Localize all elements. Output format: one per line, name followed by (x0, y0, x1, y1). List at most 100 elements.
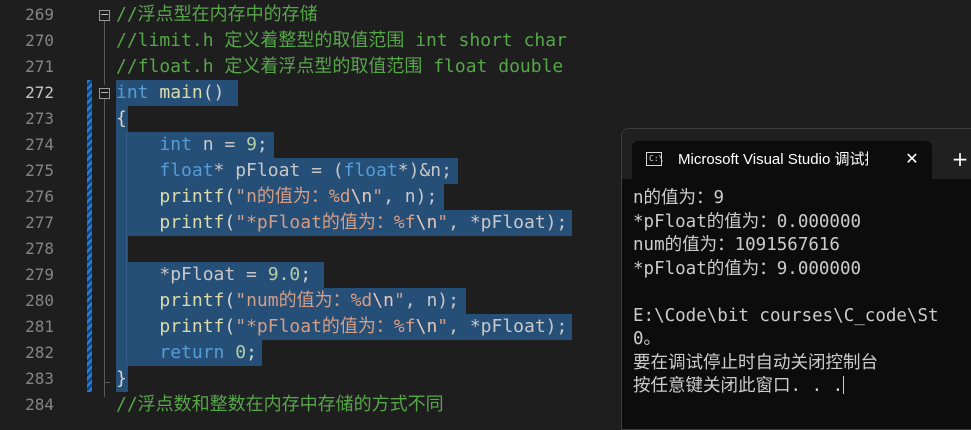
code-token: int (116, 82, 149, 103)
line-number: 278 (25, 239, 54, 258)
code-token: ( (224, 186, 236, 207)
code-line[interactable]: 269 //浮点型在内存中的存储 (0, 2, 971, 28)
fold-end-marker (104, 382, 110, 383)
code-text: *pFloat = 9.0; (116, 262, 311, 288)
console-line-text: num的值为：1091567616 (633, 235, 840, 255)
code-text: printf("num的值为：%d\n", n); (116, 288, 459, 314)
console-line-text: n的值为：9 (633, 188, 725, 208)
console-line-text: 0。 (633, 329, 662, 349)
code-token: //float.h 定义着浮点型的取值范围 float double (116, 56, 564, 77)
fold-guide (104, 99, 105, 397)
code-token: //浮点型在内存中的存储 (116, 4, 318, 25)
code-token: //浮点数和整数在内存中存储的方式不同 (116, 394, 444, 415)
code-text: float* pFloat = (float*)&n; (116, 158, 452, 184)
code-token: " (437, 316, 449, 337)
line-number: 277 (25, 213, 54, 232)
code-token: n = (191, 134, 247, 155)
line-number: 280 (25, 291, 54, 310)
collapse-region-icon[interactable]: − (99, 9, 110, 21)
terminal-icon: C:\ (646, 152, 664, 166)
line-number: 281 (25, 317, 54, 336)
code-token: \n (350, 186, 373, 207)
code-token: ( (224, 212, 236, 233)
code-token: , *pFloat); (448, 316, 568, 337)
code-text: printf("n的值为：%d\n", n); (116, 184, 437, 210)
code-token: main (148, 82, 203, 103)
code-token: "num的值为：%d (235, 290, 373, 311)
line-number: 273 (25, 109, 54, 128)
line-number: 272 (25, 83, 54, 102)
code-token: " (372, 186, 384, 207)
code-token: { (116, 108, 127, 129)
code-token: ; (300, 264, 312, 285)
console-line: num的值为：1091567616 (633, 234, 971, 258)
code-text: int n = 9; (116, 132, 268, 158)
code-token: ( (224, 316, 236, 337)
code-token: float (343, 160, 398, 181)
console-line-text: E:\Code\bit courses\C_code\St (633, 305, 939, 326)
code-text: //浮点数和整数在内存中存储的方式不同 (116, 392, 444, 418)
code-token: printf (159, 290, 225, 311)
code-token: \n (372, 290, 394, 311)
code-token: *pFloat = (159, 264, 268, 285)
line-number: 269 (25, 5, 54, 24)
code-token: 9.0 (267, 264, 301, 285)
code-token: ( (224, 290, 236, 311)
code-token: \n (415, 316, 438, 337)
code-token: , *pFloat); (448, 212, 568, 233)
code-line[interactable]: 270 //limit.h 定义着整型的取值范围 int short char (0, 28, 971, 54)
console-line: *pFloat的值为：9.000000 (633, 258, 971, 282)
line-number: 276 (25, 187, 54, 206)
code-token: "*pFloat的值为：%f (235, 316, 416, 337)
terminal-icon-glyph: C:\ (649, 154, 664, 163)
line-number: 271 (25, 57, 54, 76)
collapse-region-icon[interactable]: − (99, 87, 110, 99)
code-token: *)&n; (397, 160, 452, 181)
code-token: 0 (235, 342, 247, 363)
code-token: "n的值为：%d (235, 186, 351, 207)
code-text: printf("*pFloat的值为：%f\n", *pFloat); (116, 314, 567, 340)
code-token: float (159, 160, 214, 181)
console-line-text: *pFloat的值为：0.000000 (633, 211, 862, 232)
console-tab-title: Microsoft Visual Studio 调试控制台 (678, 151, 868, 168)
plus-icon[interactable]: + (948, 147, 971, 171)
line-number: 284 (25, 395, 54, 414)
console-output[interactable]: n的值为：9 *pFloat的值为：0.000000 num的值为：10915676… (633, 187, 971, 399)
code-token: \n (415, 212, 438, 233)
line-number: 279 (25, 265, 54, 284)
code-text: { (116, 106, 127, 132)
code-line[interactable]: 272 int main() (0, 80, 971, 106)
code-token: " (393, 290, 405, 311)
line-number: 274 (25, 135, 54, 154)
code-line[interactable]: 271 //float.h 定义着浮点型的取值范围 float double (0, 54, 971, 80)
code-text: //float.h 定义着浮点型的取值范围 float double (116, 54, 563, 80)
code-token: "*pFloat的值为：%f (235, 212, 416, 233)
console-line: 按任意键关闭此窗口. . . (633, 375, 971, 399)
console-line: n的值为：9 (633, 187, 971, 211)
console-tab-bar: C:\ Microsoft Visual Studio 调试控制台 ✕ + (622, 129, 971, 179)
code-text: //limit.h 定义着整型的取值范围 int short char (116, 28, 567, 54)
code-text: } (116, 366, 127, 392)
fold-guide (104, 21, 105, 85)
console-line-text: 要在调试停止时自动关闭控制台 (633, 352, 878, 373)
code-token: ; (256, 134, 268, 155)
close-icon[interactable]: ✕ (902, 149, 922, 169)
code-text: printf("*pFloat的值为：%f\n", *pFloat); (116, 210, 567, 236)
console-line-text: *pFloat的值为：9.000000 (633, 258, 862, 279)
code-token: * pFloat = ( (213, 160, 344, 181)
code-token: 9 (246, 134, 257, 155)
debug-console-window[interactable]: C:\ Microsoft Visual Studio 调试控制台 ✕ + n的… (621, 128, 971, 430)
code-token: " (437, 212, 449, 233)
console-tab[interactable]: C:\ Microsoft Visual Studio 调试控制台 ✕ (632, 141, 932, 179)
code-token: , n); (404, 290, 459, 311)
code-text: //浮点型在内存中的存储 (116, 2, 318, 28)
code-token: () (202, 82, 225, 103)
